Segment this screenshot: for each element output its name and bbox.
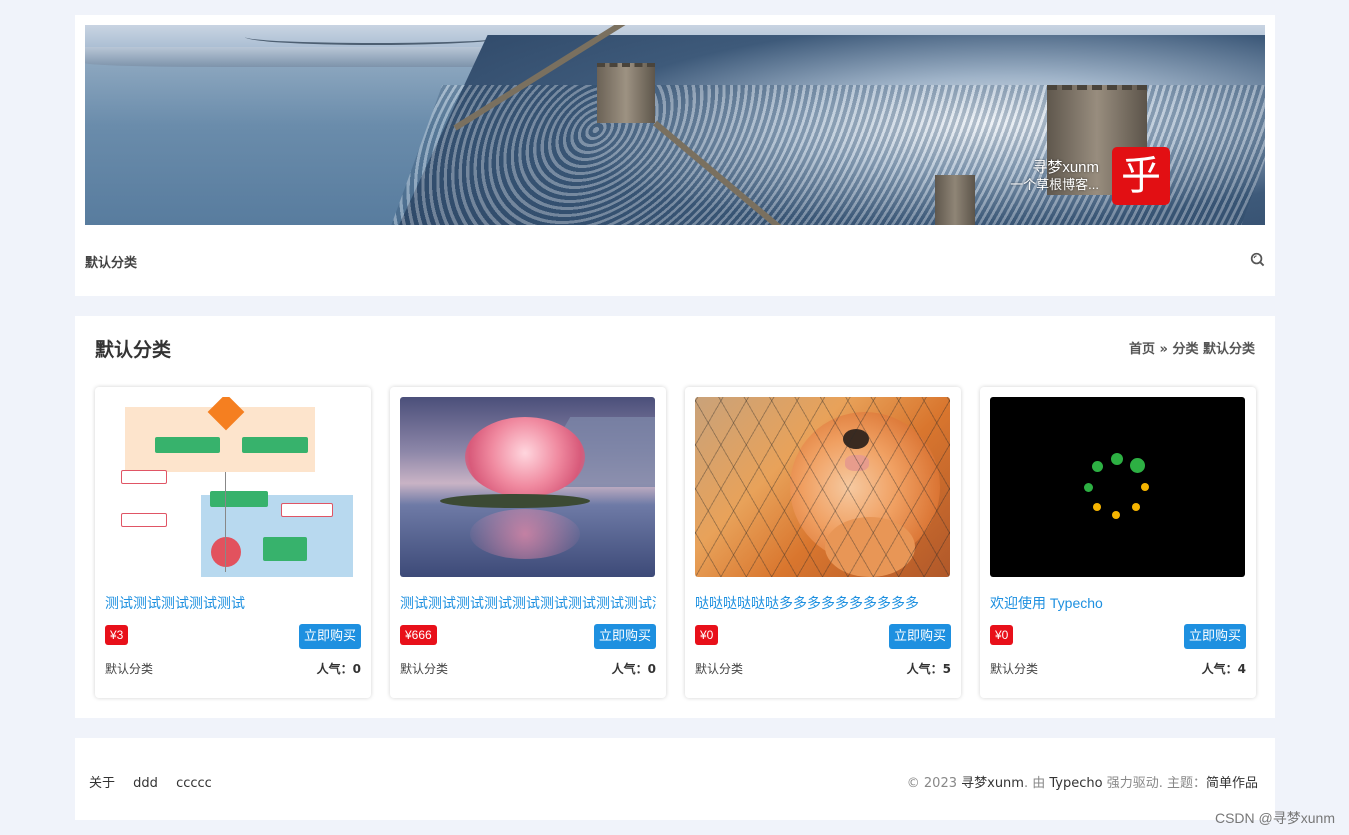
breadcrumb-current[interactable]: 分类 默认分类	[1172, 342, 1255, 357]
site-footer: 关于 ddd ccccc © 2023 寻梦xunm. 由 Typecho 强力…	[75, 738, 1275, 820]
csdn-watermark: CSDN @寻梦xunm	[1214, 810, 1335, 826]
post-popularity: 人气：0	[611, 662, 656, 676]
powered-by-suffix: 强力驱动. 主题：	[1106, 776, 1206, 791]
typecho-link[interactable]: Typecho	[1049, 776, 1102, 791]
post-thumbnail[interactable]	[695, 397, 950, 577]
page-title: 默认分类	[95, 339, 172, 361]
buy-now-button[interactable]: 立即购买	[593, 624, 656, 649]
post-popularity: 人气：0	[316, 662, 361, 676]
buy-now-button[interactable]: 立即购买	[888, 624, 951, 649]
post-card[interactable]: 测试测试测试测试测试 ¥3 立即购买 默认分类 人气：0	[95, 387, 371, 698]
post-title-link[interactable]: 测试测试测试测试测试测试测试测试测试测试测试	[400, 593, 656, 613]
search-icon[interactable]	[1250, 252, 1265, 267]
footer-link-ccccc[interactable]: ccccc	[176, 776, 212, 791]
post-card[interactable]: 哒哒哒哒哒哒多多多多多多多多多多 ¥0 立即购买 默认分类 人气：5	[685, 387, 961, 698]
powered-by-prefix: . 由	[1023, 776, 1046, 791]
breadcrumb: 首页 » 分类 默认分类	[1129, 338, 1255, 357]
footer-link-ddd[interactable]: ddd	[133, 776, 158, 791]
post-category-link[interactable]: 默认分类	[400, 660, 448, 677]
site-header: 寻梦xunm 一个草根博客... 乎 默认分类	[75, 15, 1275, 296]
post-category-link[interactable]: 默认分类	[105, 660, 153, 677]
site-logo[interactable]: 乎	[1112, 147, 1170, 205]
post-category-link[interactable]: 默认分类	[990, 660, 1038, 677]
footer-link-about[interactable]: 关于	[89, 776, 115, 791]
price-badge: ¥0	[695, 625, 719, 645]
post-thumbnail[interactable]	[105, 397, 360, 577]
header-banner-image	[85, 25, 1265, 225]
copyright-text: © 2023 寻梦xunm. 由 Typecho 强力驱动. 主题：简单作品	[907, 772, 1258, 791]
buy-now-button[interactable]: 立即购买	[298, 624, 361, 649]
post-card[interactable]: 测试测试测试测试测试测试测试测试测试测试测试 ¥666 立即购买 默认分类 人气…	[390, 387, 666, 698]
breadcrumb-home-link[interactable]: 首页	[1129, 342, 1155, 357]
footer-links: 关于 ddd ccccc	[89, 772, 226, 791]
site-description: 一个草根博客...	[1010, 177, 1099, 192]
price-badge: ¥666	[400, 625, 437, 645]
post-thumbnail[interactable]	[990, 397, 1245, 577]
post-title-link[interactable]: 哒哒哒哒哒哒多多多多多多多多多多	[695, 593, 951, 613]
site-brand[interactable]: 寻梦xunm 一个草根博客...	[1010, 159, 1099, 193]
price-badge: ¥3	[105, 625, 129, 645]
nav-item-default-category[interactable]: 默认分类	[85, 252, 137, 271]
post-title-link[interactable]: 欢迎使用 Typecho	[990, 593, 1246, 613]
site-name[interactable]: 寻梦xunm	[1010, 159, 1099, 177]
post-thumbnail[interactable]	[400, 397, 655, 577]
price-badge: ¥0	[990, 625, 1014, 645]
copyright-year: © 2023	[906, 776, 957, 791]
breadcrumb-separator: »	[1159, 342, 1168, 357]
post-popularity: 人气：4	[1201, 662, 1246, 676]
post-category-link[interactable]: 默认分类	[695, 660, 743, 677]
post-title-link[interactable]: 测试测试测试测试测试	[105, 593, 361, 613]
buy-now-button[interactable]: 立即购买	[1183, 624, 1246, 649]
post-card[interactable]: 欢迎使用 Typecho ¥0 立即购买 默认分类 人气：4	[980, 387, 1256, 698]
post-popularity: 人气：5	[906, 662, 951, 676]
theme-link[interactable]: 简单作品	[1206, 776, 1258, 791]
category-section: 默认分类 首页 » 分类 默认分类 测试测试测试测试测试 ¥3 立即购买 默认分…	[75, 316, 1275, 718]
copyright-owner-link[interactable]: 寻梦xunm	[961, 776, 1024, 791]
